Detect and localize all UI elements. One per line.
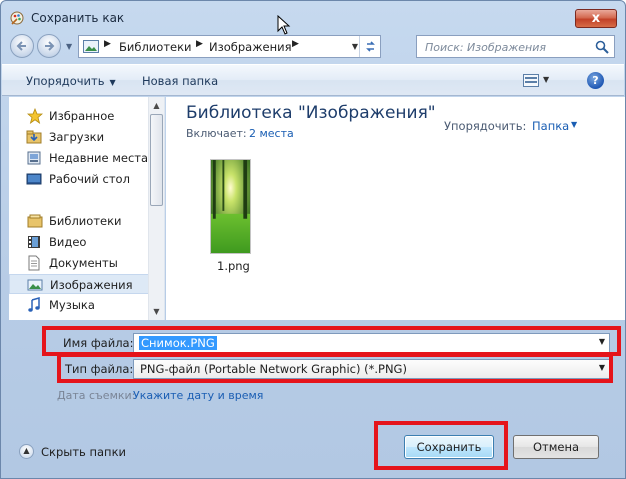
- video-icon: [28, 236, 40, 248]
- arrange-by-label: Упорядочить:: [444, 119, 527, 133]
- breadcrumb-libraries[interactable]: Библиотеки: [119, 40, 192, 54]
- command-bar: Упорядочить ▼ Новая папка ▼ ?: [2, 64, 624, 96]
- forward-button[interactable]: [37, 34, 61, 58]
- organize-label: Упорядочить: [26, 74, 105, 88]
- view-dropdown[interactable]: ▼: [543, 75, 549, 84]
- scroll-up-icon[interactable]: ▲: [149, 97, 164, 114]
- new-folder-button[interactable]: Новая папка: [142, 74, 218, 88]
- hide-folders-label: Скрыть папки: [41, 445, 126, 459]
- downloads-icon: [26, 130, 42, 144]
- pictures-icon: [27, 279, 43, 291]
- file-thumbnail[interactable]: [210, 159, 251, 254]
- recent-places-icon: [27, 151, 41, 165]
- date-taken-label: Дата съемки:: [57, 389, 136, 402]
- sidebar-item-video[interactable]: Видео: [9, 232, 149, 252]
- paint-app-icon: [10, 11, 24, 25]
- help-icon[interactable]: ?: [587, 72, 604, 89]
- sidebar-item-favorites[interactable]: Избранное: [9, 106, 149, 126]
- sidebar-item-libraries[interactable]: Библиотеки: [9, 211, 149, 231]
- file-list-pane: Библиотека "Изображения" Включает: 2 мес…: [166, 97, 625, 320]
- desktop-icon: [26, 173, 42, 185]
- filetype-highlight-box: [57, 353, 613, 383]
- save-as-dialog: Сохранить как x ▼ ▶ Библиотеки ▶ Изображ…: [0, 0, 626, 479]
- refresh-icon: [365, 41, 375, 52]
- breadcrumb-separator-icon: ▶: [104, 39, 111, 49]
- includes-locations-link[interactable]: 2 места: [249, 127, 294, 140]
- library-title: Библиотека "Изображения": [186, 103, 436, 123]
- scroll-down-icon[interactable]: ▼: [149, 303, 164, 320]
- address-dropdown[interactable]: ▼: [352, 42, 358, 51]
- breadcrumb-separator-icon: ▶: [292, 39, 299, 49]
- change-view-icon[interactable]: [523, 74, 539, 87]
- star-icon: [27, 108, 43, 124]
- search-box[interactable]: [416, 35, 615, 58]
- documents-icon: [28, 255, 40, 271]
- includes-label: Включает:: [186, 127, 247, 140]
- sidebar-item-recent-places[interactable]: Недавние места: [9, 148, 149, 168]
- search-icon: [595, 40, 609, 54]
- sidebar-item-documents[interactable]: Документы: [9, 253, 149, 273]
- arrange-dropdown-icon[interactable]: ▼: [571, 120, 577, 129]
- sidebar-item-music[interactable]: Музыка: [9, 295, 149, 315]
- sidebar-item-pictures[interactable]: Изображения: [9, 274, 149, 294]
- back-button[interactable]: [10, 34, 34, 58]
- cancel-button[interactable]: Отмена: [513, 435, 599, 459]
- scrollbar-thumb[interactable]: [150, 114, 163, 206]
- recent-pages-dropdown[interactable]: ▼: [66, 42, 72, 51]
- arrow-left-icon: [16, 41, 26, 51]
- sidebar-item-desktop[interactable]: Рабочий стол: [9, 169, 149, 189]
- arrange-by-value[interactable]: Папка: [532, 119, 569, 133]
- chevron-down-icon: ▼: [109, 78, 116, 87]
- music-icon: [28, 297, 40, 312]
- pictures-library-icon: [83, 40, 99, 53]
- sidebar-item-downloads[interactable]: Загрузки: [9, 127, 149, 147]
- search-input[interactable]: [423, 39, 593, 55]
- address-path[interactable]: ▶ Библиотеки ▶ Изображения ▶ ▼: [78, 35, 381, 58]
- date-taken-link[interactable]: Укажите дату и время: [133, 389, 263, 402]
- refresh-button[interactable]: [359, 36, 380, 57]
- file-name-label[interactable]: 1.png: [217, 259, 250, 273]
- navigation-scrollbar[interactable]: ▲ ▼: [148, 97, 164, 320]
- organize-menu[interactable]: Упорядочить ▼: [26, 74, 116, 88]
- window-title: Сохранить как: [31, 11, 125, 25]
- breadcrumb-pictures[interactable]: Изображения: [209, 40, 292, 54]
- filename-highlight-box: [42, 326, 621, 356]
- libraries-icon: [27, 214, 43, 228]
- navigation-pane: Избранное Загрузки Недавние места Рабочи…: [9, 97, 165, 320]
- breadcrumb-separator-icon: ▶: [196, 39, 203, 49]
- save-button-highlight-box: [374, 421, 508, 470]
- address-bar: ▼ ▶ Библиотеки ▶ Изображения ▶ ▼: [1, 32, 625, 62]
- arrow-right-icon: [45, 41, 55, 51]
- chevron-up-icon: ▲: [19, 444, 34, 459]
- title-bar: Сохранить как x: [1, 1, 625, 31]
- close-button[interactable]: x: [575, 9, 617, 28]
